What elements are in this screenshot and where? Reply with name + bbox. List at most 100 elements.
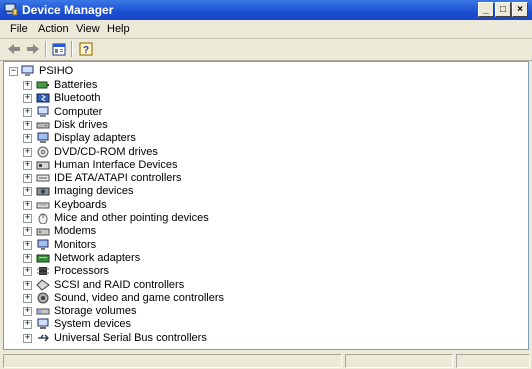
expand-toggle[interactable]: +: [23, 280, 32, 290]
back-arrow-icon: [8, 44, 20, 54]
expand-toggle[interactable]: +: [23, 214, 32, 223]
tree-node[interactable]: + Network adapters: [4, 252, 264, 265]
status-pane-main: [3, 354, 342, 368]
menu-view[interactable]: View: [76, 23, 100, 35]
forward-arrow-icon: [27, 44, 39, 54]
tree-node-label: Modems: [54, 225, 97, 238]
tree-root-label: PSIHO: [39, 65, 74, 77]
tree-node[interactable]: + Keyboards: [4, 199, 264, 212]
menu-file[interactable]: File: [10, 23, 28, 35]
tree-node-label: Monitors: [54, 238, 97, 251]
computer-icon: [37, 106, 49, 117]
tree-root[interactable]: − PSIHO: [4, 65, 204, 78]
tree-node[interactable]: + IDE ATA/ATAPI controllers: [4, 172, 264, 185]
tree-node-label: Computer: [54, 105, 103, 118]
keyboard-icon: [36, 202, 50, 209]
usb-icon: [38, 334, 49, 342]
expand-toggle[interactable]: +: [23, 187, 32, 197]
tree-node-label: SCSI and RAID controllers: [54, 278, 185, 291]
expand-toggle[interactable]: +: [23, 267, 32, 277]
tree-node[interactable]: + Computer: [4, 106, 264, 119]
menu-action[interactable]: Action: [38, 23, 69, 35]
tree-node[interactable]: + Monitors: [4, 239, 264, 252]
collapse-toggle[interactable]: −: [9, 67, 18, 76]
tree-node-label: Disk drives: [54, 118, 108, 131]
ide-controller-icon: [36, 174, 50, 182]
back-button[interactable]: [5, 40, 23, 58]
device-manager-icon: [4, 3, 18, 16]
expand-toggle[interactable]: +: [23, 253, 32, 263]
tree-node-label: Storage volumes: [54, 305, 137, 318]
modem-icon: [36, 228, 50, 236]
toolbar-separator: [45, 41, 47, 57]
tree-node-label: Imaging devices: [54, 185, 134, 198]
tree-node-label: System devices: [54, 318, 132, 331]
expand-toggle[interactable]: +: [23, 107, 32, 117]
expand-toggle[interactable]: +: [23, 160, 32, 170]
device-tree[interactable]: − PSIHO + Batteries + Bluetooth + Computer + Di…: [3, 61, 529, 350]
expand-toggle[interactable]: +: [23, 94, 32, 104]
tree-node[interactable]: + Imaging devices: [4, 185, 264, 198]
tree-node-label: Mice and other pointing devices: [54, 212, 209, 224]
monitor-icon: [37, 239, 49, 250]
tree-node[interactable]: + Disk drives: [4, 119, 264, 132]
tree-node-label: DVD/CD-ROM drives: [54, 145, 158, 158]
help-icon: ?: [79, 42, 93, 56]
tree-node[interactable]: + DVD/CD-ROM drives: [4, 146, 264, 159]
tree-node-label: Display adapters: [54, 132, 136, 145]
status-bar: [0, 352, 532, 369]
tree-node[interactable]: + Storage volumes: [4, 305, 264, 318]
tree-node-label: Bluetooth: [54, 92, 101, 105]
help-button[interactable]: ?: [77, 40, 95, 58]
display-adapter-icon: [37, 132, 49, 144]
tree-node[interactable]: + Universal Serial Bus controllers: [4, 332, 264, 345]
tree-node-label: Network adapters: [54, 251, 141, 264]
tree-node[interactable]: + Mice and other pointing devices: [4, 212, 264, 225]
tree-node[interactable]: + Processors: [4, 265, 264, 278]
expand-toggle[interactable]: +: [23, 240, 32, 250]
tree-node-label: Processors: [54, 265, 110, 278]
menu-help[interactable]: Help: [107, 23, 130, 35]
camera-icon: [36, 187, 50, 196]
scsi-controller-icon: [36, 278, 50, 291]
expand-toggle[interactable]: +: [23, 120, 32, 130]
bluetooth-icon: [36, 93, 50, 103]
close-button[interactable]: ×: [512, 2, 528, 17]
maximize-button[interactable]: □: [495, 2, 511, 17]
tree-node-label: Batteries: [54, 79, 98, 91]
menu-bar: File Action View Help: [0, 20, 532, 39]
storage-volume-icon: [36, 308, 50, 315]
status-pane-right: [456, 354, 530, 368]
minimize-button[interactable]: _: [478, 2, 494, 17]
tree-node[interactable]: + SCSI and RAID controllers: [4, 279, 264, 292]
expand-toggle[interactable]: +: [23, 227, 32, 237]
tree-node[interactable]: + Modems: [4, 225, 264, 238]
tree-node[interactable]: + System devices: [4, 318, 264, 331]
expand-toggle[interactable]: +: [23, 174, 32, 184]
expand-toggle[interactable]: +: [23, 320, 32, 330]
sound-icon: [37, 292, 49, 304]
expand-toggle[interactable]: +: [23, 134, 32, 144]
title-bar[interactable]: Device Manager _ □ ×: [0, 0, 532, 20]
dvd-drive-icon: [37, 146, 49, 157]
tree-node[interactable]: + Display adapters: [4, 132, 264, 145]
tree-node[interactable]: + Human Interface Devices: [4, 159, 264, 172]
expand-toggle[interactable]: +: [23, 81, 32, 90]
forward-button[interactable]: [24, 40, 42, 58]
tree-node[interactable]: + Batteries: [4, 79, 264, 92]
network-adapter-icon: [36, 254, 50, 263]
expand-toggle[interactable]: +: [23, 307, 32, 317]
tree-node[interactable]: + Sound, video and game controllers: [4, 292, 264, 305]
tree-node[interactable]: + Bluetooth: [4, 92, 264, 105]
tree-node-label: Keyboards: [54, 198, 107, 211]
properties-button[interactable]: [50, 40, 68, 58]
disk-drive-icon: [36, 122, 50, 129]
tree-node-label: Sound, video and game controllers: [54, 291, 224, 304]
window-title: Device Manager: [22, 3, 114, 17]
expand-toggle[interactable]: +: [23, 147, 32, 157]
expand-toggle[interactable]: +: [23, 333, 32, 343]
expand-toggle[interactable]: +: [23, 293, 32, 303]
mouse-icon: [38, 213, 48, 224]
hid-icon: [36, 161, 50, 170]
expand-toggle[interactable]: +: [23, 200, 32, 210]
